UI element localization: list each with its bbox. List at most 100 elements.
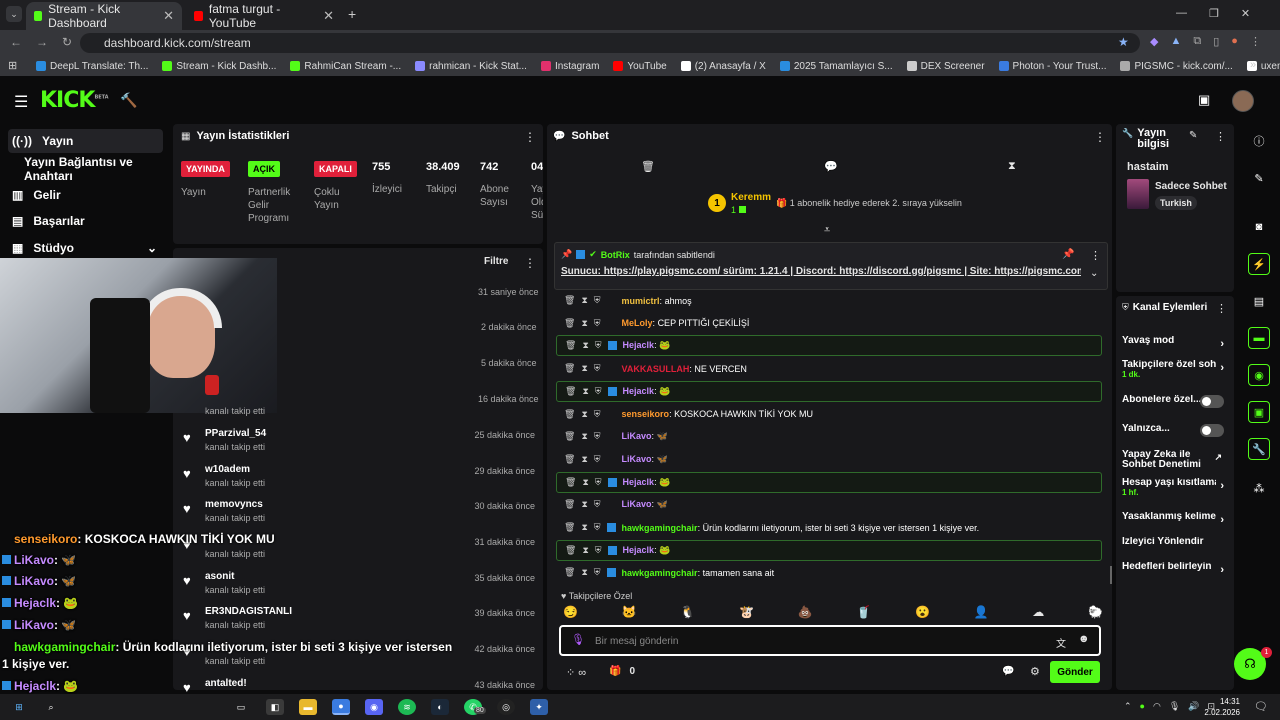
nav-basarilar[interactable]: ▤ Başarılar bbox=[8, 209, 163, 233]
mic-icon[interactable]: 🎙 bbox=[1169, 701, 1180, 712]
activity-user[interactable]: w10adem bbox=[205, 464, 250, 475]
dashboard-layout-icon[interactable]: ▣ bbox=[1198, 92, 1210, 108]
close-tab-icon[interactable]: ✕ bbox=[163, 8, 174, 24]
activity-user[interactable]: PParzival_54 bbox=[205, 428, 266, 439]
profile-avatar[interactable]: ● bbox=[1231, 35, 1238, 48]
emote-button[interactable]: 😏 bbox=[563, 605, 578, 623]
delete-icon[interactable]: 🗑 bbox=[564, 431, 575, 442]
timeout-icon[interactable]: ⧗ bbox=[581, 318, 587, 329]
pinned-menu-icon[interactable]: ⋮ bbox=[1090, 249, 1101, 262]
chat-username[interactable]: VAKKASULLAH bbox=[622, 364, 690, 374]
bolt-icon[interactable]: ⚡ bbox=[1248, 253, 1270, 275]
chat-username[interactable]: LiKavo bbox=[622, 454, 652, 464]
delete-icon[interactable]: 🗑 bbox=[564, 499, 575, 510]
apps-icon[interactable]: ⁂ bbox=[1248, 477, 1270, 499]
bookmark-item[interactable]: 2025 Tamamlayıcı S... bbox=[779, 61, 893, 72]
tab-kick-dashboard[interactable]: Stream - Kick Dashboard ✕ bbox=[26, 2, 182, 30]
microphone-icon[interactable]: 🎙 bbox=[571, 633, 585, 646]
steam-icon[interactable]: ◐ bbox=[431, 699, 449, 715]
stats-menu-icon[interactable]: ⋮ bbox=[524, 130, 536, 144]
chrome-icon[interactable]: ● bbox=[332, 699, 350, 715]
activity-user[interactable]: asonit bbox=[205, 571, 234, 582]
activity-user[interactable]: memovyncs bbox=[205, 499, 263, 510]
channel-action-item[interactable]: Yapay Zeka ile Sohbet Denetimi ↗ bbox=[1122, 450, 1230, 470]
delete-icon[interactable]: 🗑 bbox=[565, 477, 576, 488]
timeout-icon[interactable]: ⧗ bbox=[582, 545, 588, 556]
bookmark-item[interactable]: YouTube bbox=[613, 61, 667, 72]
unpin-icon[interactable]: 📌 bbox=[1062, 249, 1074, 260]
chat-icon[interactable]: ▬ bbox=[1248, 327, 1270, 349]
spotify-icon[interactable]: ≋ bbox=[398, 699, 416, 715]
timeout-icon[interactable]: ⧗ bbox=[581, 363, 587, 374]
pinned-expand-icon[interactable]: ⌄ bbox=[1090, 268, 1098, 279]
back-icon[interactable]: ← bbox=[10, 35, 22, 49]
camera-icon[interactable]: ◙ bbox=[1248, 216, 1270, 238]
list-icon[interactable]: ▤ bbox=[1248, 290, 1270, 312]
bookmarks-overflow-icon[interactable]: » bbox=[1250, 59, 1256, 71]
delete-icon[interactable]: 🗑 bbox=[564, 318, 575, 329]
tab-search-icon[interactable]: ⌄ bbox=[6, 6, 22, 22]
channel-action-item[interactable]: Hesap yaşı kısıtlama 1 hf. › bbox=[1122, 478, 1230, 497]
timeout-icon[interactable]: ⧗ bbox=[581, 567, 587, 578]
clock[interactable]: 14:31 2.02.2026 bbox=[1204, 696, 1240, 718]
emote-button[interactable]: 🐱 bbox=[622, 605, 637, 623]
timeout-icon[interactable]: ⧗ bbox=[581, 454, 587, 465]
start-icon[interactable]: ⊞ bbox=[10, 699, 28, 715]
channel-actions-menu-icon[interactable]: ⋮ bbox=[1216, 302, 1227, 315]
delete-icon[interactable]: 🗑 bbox=[564, 409, 575, 420]
delete-icon[interactable]: 🗑 bbox=[564, 522, 575, 533]
chat-username[interactable]: mumictrl bbox=[622, 296, 660, 306]
pencil-icon[interactable]: ✎ bbox=[1248, 167, 1270, 189]
chat-username[interactable]: Hejaclk bbox=[623, 545, 655, 555]
address-bar[interactable]: dashboard.kick.com/stream bbox=[80, 33, 1140, 53]
hamburger-menu-icon[interactable]: ☰ bbox=[14, 92, 28, 112]
timeout-icon[interactable]: ⧗ bbox=[581, 499, 587, 510]
restore-icon[interactable]: ❐ bbox=[1209, 7, 1219, 20]
emote-button[interactable]: 🥤 bbox=[856, 605, 871, 623]
chat-username[interactable]: Hejaclk bbox=[623, 340, 655, 350]
delete-icon[interactable]: 🗑 bbox=[565, 386, 576, 397]
toggle-switch[interactable] bbox=[1200, 395, 1224, 408]
emote-button[interactable]: 🐧 bbox=[680, 605, 695, 623]
channel-action-item[interactable]: Takipçilere özel soh 1 dk. › bbox=[1122, 360, 1230, 379]
activity-user[interactable]: ER3NDAGISTANLI bbox=[205, 606, 292, 617]
emote-button[interactable]: 💩 bbox=[798, 605, 813, 623]
extensions-puzzle-icon[interactable]: ⧉ bbox=[1193, 35, 1201, 48]
channel-action-item[interactable]: Yavaş mod › bbox=[1122, 336, 1230, 350]
delete-icon[interactable]: 🗑 bbox=[564, 454, 575, 465]
timeout-icon[interactable]: ⧗ bbox=[581, 295, 587, 306]
chat-users-icon[interactable]: 💬 bbox=[1002, 666, 1014, 677]
edit-info-icon[interactable]: ✎ bbox=[1189, 130, 1197, 141]
apps-icon[interactable]: ⊞ bbox=[8, 59, 17, 72]
notification-center-icon[interactable]: 🗨 bbox=[1254, 700, 1268, 713]
delete-icon[interactable]: 🗑 bbox=[564, 567, 575, 578]
task-view-icon[interactable]: ▭ bbox=[232, 699, 250, 715]
emoji-icon[interactable]: ☻ bbox=[1078, 633, 1090, 645]
new-tab-icon[interactable]: + bbox=[348, 6, 356, 22]
emote-button[interactable]: 🐮 bbox=[739, 605, 754, 623]
wifi-icon[interactable]: ◠ bbox=[1153, 701, 1161, 712]
emote-button[interactable]: ☁ bbox=[1032, 605, 1044, 623]
emote-button[interactable]: 😮 bbox=[915, 605, 930, 623]
chat-username[interactable]: LiKavo bbox=[622, 499, 652, 509]
chat-username[interactable]: Hejaclk bbox=[623, 477, 655, 487]
search-icon[interactable]: ⌕ bbox=[42, 699, 60, 715]
bookmark-item[interactable]: DEX Screener bbox=[906, 61, 985, 72]
timeout-icon[interactable]: ⧗ bbox=[581, 409, 587, 420]
tray-chevron-icon[interactable]: ⌃ bbox=[1124, 701, 1132, 712]
chat-menu-icon[interactable]: ⋮ bbox=[1094, 130, 1106, 144]
activity-user[interactable]: antalted! bbox=[205, 678, 247, 689]
bookmark-item[interactable]: Stream - Kick Dashb... bbox=[162, 61, 276, 72]
timeout-icon[interactable]: ⧗ bbox=[581, 522, 587, 533]
chat-tab-icon[interactable]: 💬 bbox=[824, 160, 838, 173]
kick-logo[interactable]: KICKBETA bbox=[40, 88, 109, 113]
translate-icon[interactable]: 文 bbox=[1056, 635, 1066, 650]
channel-action-item[interactable]: İzleyici Yönlendir bbox=[1122, 537, 1230, 547]
send-button[interactable]: Gönder bbox=[1050, 661, 1100, 683]
chat-scrollbar[interactable] bbox=[1110, 566, 1112, 584]
bookmark-item[interactable]: Instagram bbox=[540, 61, 599, 72]
delete-icon[interactable]: 🗑 bbox=[565, 545, 576, 556]
bookmark-item[interactable]: Photon - Your Trust... bbox=[998, 61, 1106, 72]
layout-icon[interactable]: ▣ bbox=[1248, 401, 1270, 423]
points-icon[interactable]: ⁘ ∞ bbox=[566, 666, 586, 679]
